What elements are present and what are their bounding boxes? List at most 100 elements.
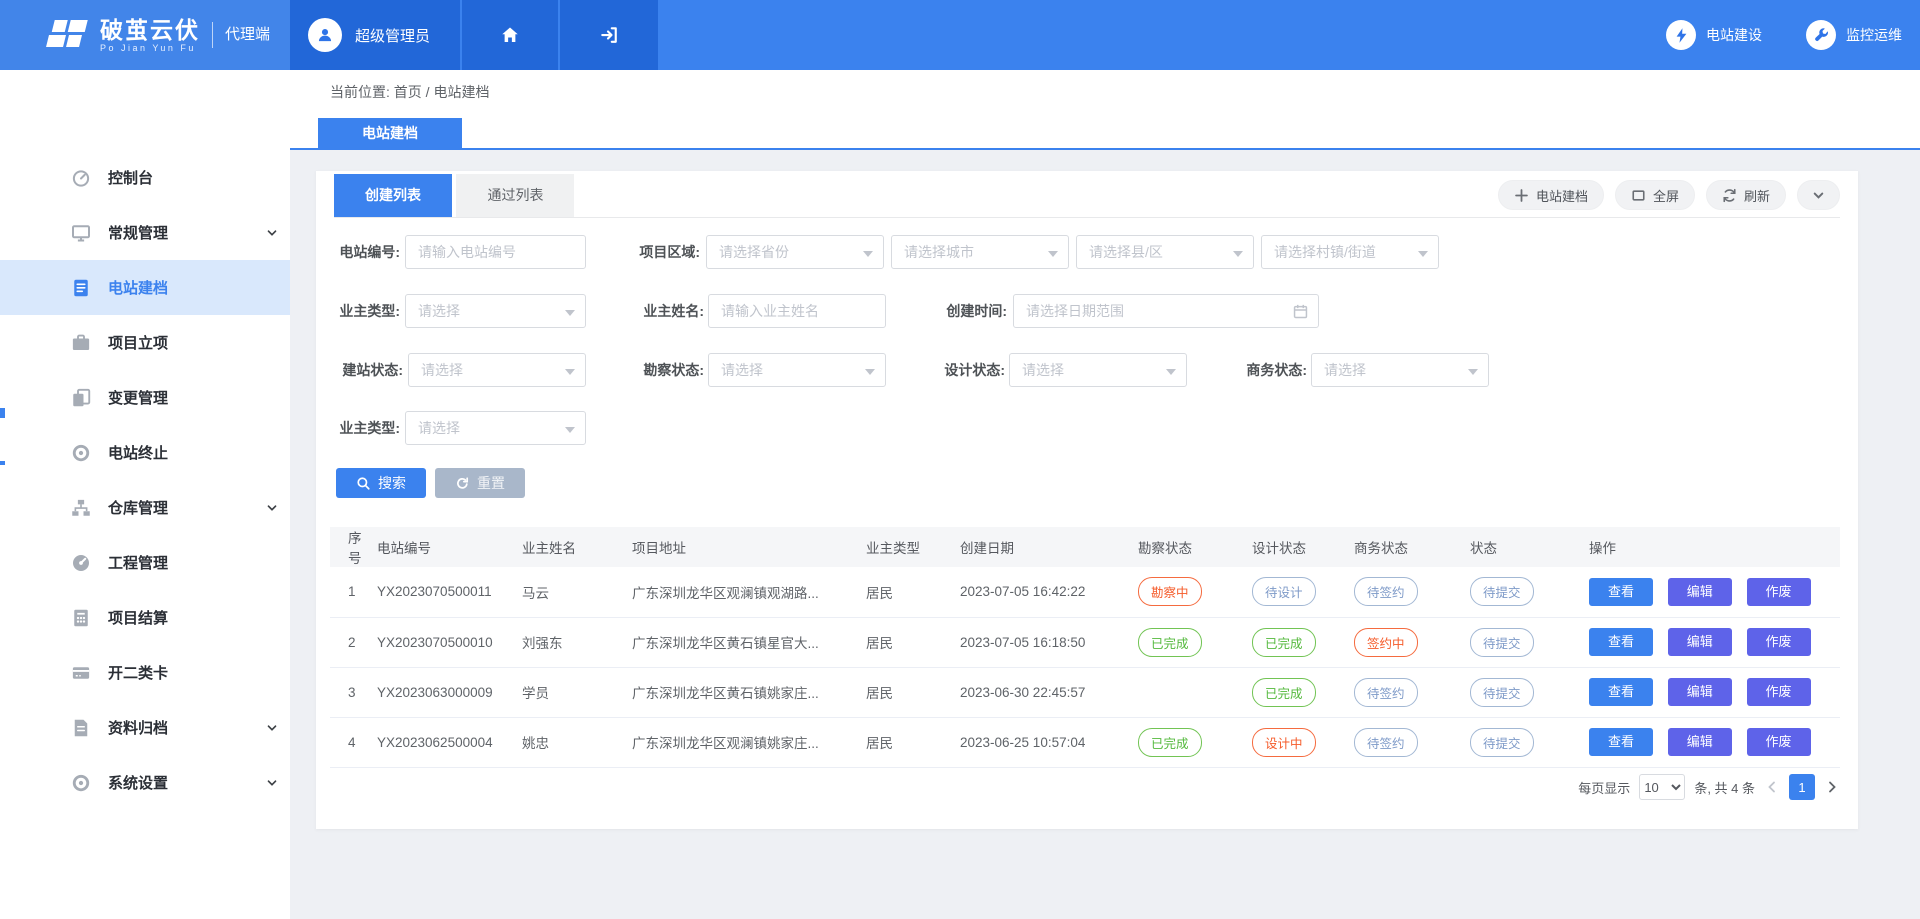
project-address: 广东深圳龙华区黄石镇姚家庄... (624, 667, 858, 717)
page-tab-station-archive[interactable]: 电站建档 (318, 118, 462, 148)
edit-button[interactable]: 编辑 (1668, 628, 1732, 656)
page-number-1[interactable]: 1 (1789, 774, 1815, 800)
owner-name-label: 业主姓名: (634, 294, 704, 328)
fullscreen-button[interactable]: 全屏 (1615, 180, 1695, 210)
date-range-picker[interactable]: 请选择日期范围 (1013, 294, 1319, 328)
sidebar-item-engineering-mgmt[interactable]: 工程管理 (0, 535, 290, 590)
design-status-select[interactable]: 请选择 (1009, 353, 1187, 387)
breadcrumb-current: 电站建档 (433, 84, 489, 100)
view-button[interactable]: 查看 (1589, 728, 1653, 756)
station-code: YX2023070500011 (369, 567, 514, 617)
logo: 破茧云伏 Po Jian Yun Fu 代理端 (0, 0, 290, 70)
next-page-button[interactable] (1824, 779, 1840, 795)
home-button[interactable] (462, 0, 558, 70)
briefcase-icon (71, 333, 91, 353)
status-badge: 待提交 (1470, 628, 1534, 657)
prev-page-button[interactable] (1764, 779, 1780, 795)
tab-create-list[interactable]: 创建列表 (334, 174, 452, 217)
app-subtitle: Po Jian Yun Fu (100, 43, 200, 53)
status-badge: 待提交 (1470, 728, 1534, 757)
logout-icon (599, 25, 619, 45)
home-icon (500, 25, 520, 45)
design-status-badge: 已完成 (1252, 678, 1316, 707)
dropdown-arrow-icon (1233, 251, 1243, 257)
logout-button[interactable] (560, 0, 658, 70)
scroll-indicator (0, 461, 5, 465)
chevron-right-icon (1825, 780, 1839, 794)
sidebar-item-system-settings[interactable]: 系统设置 (0, 755, 290, 810)
view-button[interactable]: 查看 (1589, 678, 1653, 706)
region-label: 项目区域: (630, 235, 700, 269)
station-code-label: 电站编号: (330, 235, 400, 269)
sidebar: 控制台 常规管理 电站建档 项目立项 变更管理 电站终止 仓库管理 (0, 70, 290, 919)
city-select[interactable]: 请选择城市 (891, 235, 1069, 269)
sidebar-item-open-card[interactable]: 开二类卡 (0, 645, 290, 700)
build-status-select[interactable]: 请选择 (408, 353, 586, 387)
file-icon (71, 718, 91, 738)
nav-monitor-ops[interactable]: 监控运维 (1806, 20, 1902, 50)
owner-name-input[interactable] (708, 294, 886, 328)
breadcrumb-bar: 当前位置: 首页 / 电站建档 电站建档 (290, 70, 1920, 150)
top-header: 破茧云伏 Po Jian Yun Fu 代理端 超级管理员 电站 (0, 0, 1920, 70)
per-page-select[interactable]: 10 (1639, 774, 1685, 800)
search-button[interactable]: 搜索 (336, 468, 426, 498)
dropdown-arrow-icon (565, 427, 575, 433)
owner-type-select[interactable]: 请选择 (405, 294, 586, 328)
station-code-input[interactable] (405, 235, 586, 269)
sidebar-item-station-archive[interactable]: 电站建档 (0, 260, 290, 315)
dropdown-arrow-icon (863, 251, 873, 257)
view-button[interactable]: 查看 (1589, 578, 1653, 606)
edit-button[interactable]: 编辑 (1668, 578, 1732, 606)
tab-passed-list[interactable]: 通过列表 (456, 174, 574, 217)
nav-station-build[interactable]: 电站建设 (1666, 20, 1762, 50)
list-tabs: 创建列表 通过列表 电站建档 全屏 刷新 (334, 174, 1840, 218)
table-row: 1 YX2023070500011 马云 广东深圳龙华区观澜镇观湖路... 居民… (330, 567, 1840, 617)
build-status-label: 建站状态: (333, 353, 403, 387)
sidebar-item-console[interactable]: 控制台 (0, 150, 290, 205)
dropdown-arrow-icon (865, 369, 875, 375)
lightning-icon (1666, 20, 1696, 50)
void-button[interactable]: 作废 (1747, 578, 1811, 606)
survey-status-select[interactable]: 请选择 (708, 353, 886, 387)
user-menu[interactable]: 超级管理员 (290, 0, 460, 70)
create-time-label: 创建时间: (937, 294, 1007, 328)
dropdown-arrow-icon (1418, 251, 1428, 257)
owner-type2-select[interactable]: 请选择 (405, 411, 586, 445)
card-icon (71, 663, 91, 683)
county-select[interactable]: 请选择县/区 (1076, 235, 1254, 269)
sidebar-item-project-approval[interactable]: 项目立项 (0, 315, 290, 370)
chevron-down-icon (266, 777, 278, 789)
void-button[interactable]: 作废 (1747, 728, 1811, 756)
reset-button[interactable]: 重置 (435, 468, 525, 498)
table-row: 4 YX2023062500004 姚忠 广东深圳龙华区观澜镇姚家庄... 居民… (330, 717, 1840, 767)
calculator-icon (71, 608, 91, 628)
edit-button[interactable]: 编辑 (1668, 728, 1732, 756)
sidebar-item-data-archive[interactable]: 资料归档 (0, 700, 290, 755)
business-status-select[interactable]: 请选择 (1311, 353, 1489, 387)
breadcrumb: 当前位置: 首页 / 电站建档 (330, 82, 489, 102)
station-code: YX2023063000009 (369, 667, 514, 717)
sidebar-item-project-settlement[interactable]: 项目结算 (0, 590, 290, 645)
void-button[interactable]: 作废 (1747, 628, 1811, 656)
sidebar-item-general-mgmt[interactable]: 常规管理 (0, 205, 290, 260)
dropdown-arrow-icon (565, 369, 575, 375)
station-table: 序号 电站编号 业主姓名 项目地址 业主类型 创建日期 勘察状态 设计状态 商务… (330, 527, 1840, 768)
breadcrumb-home-link[interactable]: 首页 (394, 84, 422, 100)
design-status-badge: 待设计 (1252, 577, 1316, 606)
sidebar-item-warehouse-mgmt[interactable]: 仓库管理 (0, 480, 290, 535)
void-button[interactable]: 作废 (1747, 678, 1811, 706)
sidebar-item-change-mgmt[interactable]: 变更管理 (0, 370, 290, 425)
refresh-button[interactable]: 刷新 (1706, 180, 1786, 210)
add-station-button[interactable]: 电站建档 (1498, 180, 1604, 210)
table-row: 3 YX2023063000009 学员 广东深圳龙华区黄石镇姚家庄... 居民… (330, 667, 1840, 717)
collapse-button[interactable] (1797, 180, 1840, 210)
view-button[interactable]: 查看 (1589, 628, 1653, 656)
total-count-label: 条, 共 4 条 (1694, 778, 1755, 797)
sidebar-item-station-terminate[interactable]: 电站终止 (0, 425, 290, 480)
app-window: 破茧云伏 Po Jian Yun Fu 代理端 超级管理员 电站 (0, 0, 1920, 919)
table-row: 2 YX2023070500010 刘强东 广东深圳龙华区黄石镇星官大... 居… (330, 617, 1840, 667)
village-select[interactable]: 请选择村镇/街道 (1261, 235, 1439, 269)
target-icon (71, 773, 91, 793)
province-select[interactable]: 请选择省份 (706, 235, 884, 269)
edit-button[interactable]: 编辑 (1668, 678, 1732, 706)
